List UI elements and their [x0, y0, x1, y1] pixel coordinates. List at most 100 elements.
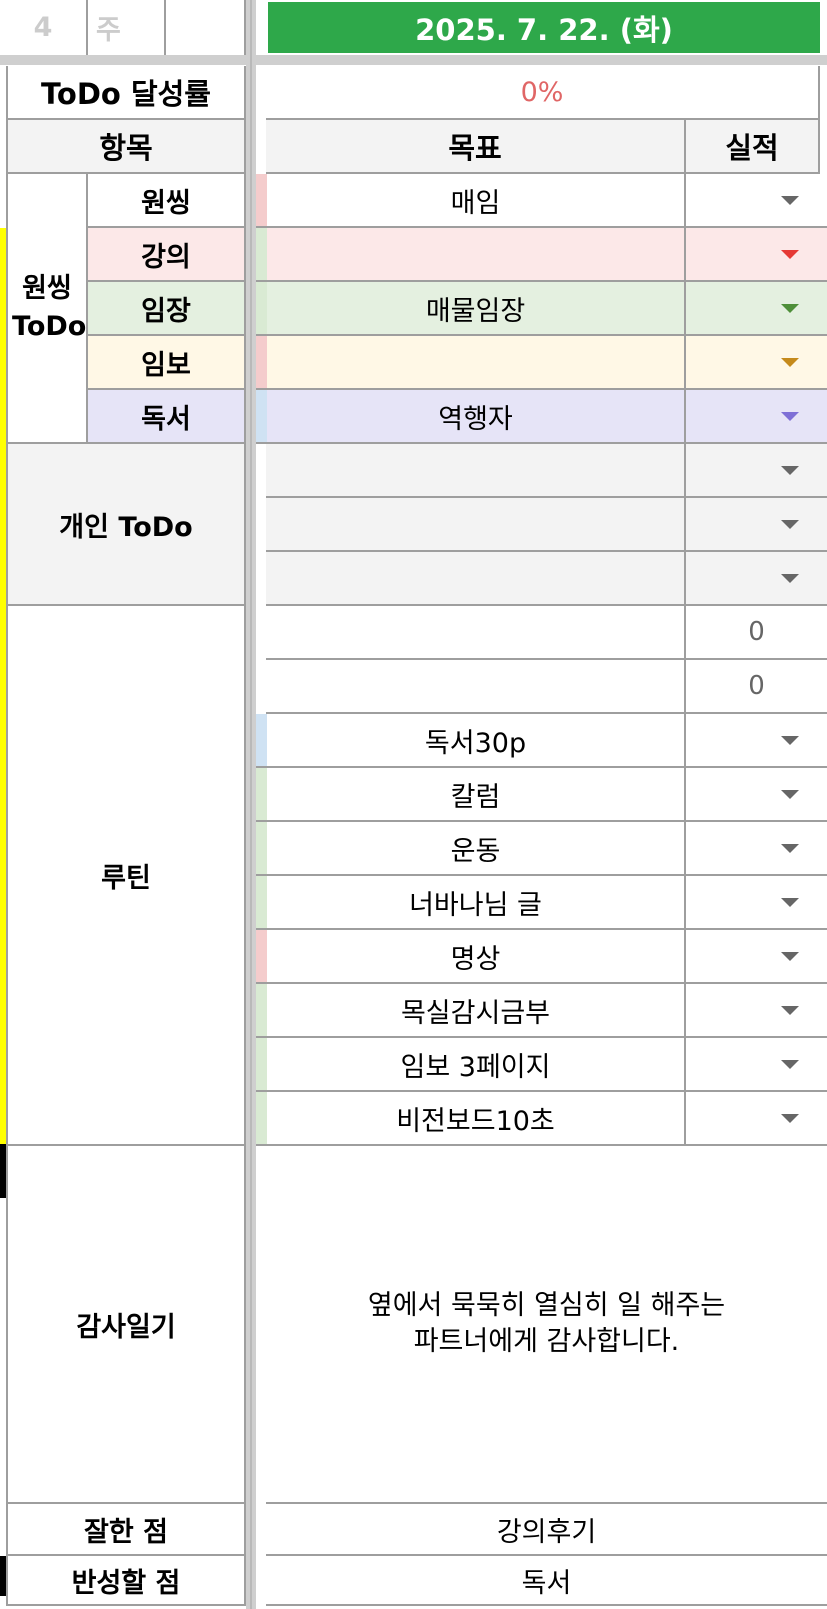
dropdown-arrow-icon[interactable] [781, 195, 799, 205]
header-goal[interactable]: 목표 [266, 120, 686, 174]
routine-goal-text: 운동 [450, 835, 501, 867]
todo-rate-label-text: ToDo 달성률 [41, 77, 211, 111]
dropdown-arrow-icon[interactable] [781, 465, 799, 475]
wonssing-label-2[interactable]: 임장 [88, 282, 246, 336]
dropdown-arrow-icon[interactable] [781, 357, 799, 367]
routine-goal-text: 독서30p [424, 727, 527, 759]
row-marker [256, 390, 267, 444]
wonssing-label-text: 임보 [141, 349, 191, 381]
dropdown-arrow-icon[interactable] [781, 735, 799, 745]
routine-label[interactable]: 루틴 [6, 606, 246, 1146]
routine-goal-7[interactable]: 목실감시금부 [267, 984, 686, 1038]
header-item-text: 항목 [99, 131, 153, 165]
week-label: 주 [96, 15, 121, 46]
dropdown-arrow-icon[interactable] [781, 519, 799, 529]
routine-result-1[interactable]: 0 [686, 660, 827, 714]
wonssing-result-2[interactable] [686, 282, 827, 336]
gratitude-entry[interactable]: 옆에서 묵묵히 열심히 일 해주는 파트너에게 감사합니다. [266, 1146, 827, 1504]
dropdown-arrow-icon[interactable] [781, 951, 799, 961]
wonssing-label-4[interactable]: 독서 [88, 390, 246, 444]
wonssing-goal-0[interactable]: 매임 [267, 174, 686, 228]
personal-result-0[interactable] [686, 444, 827, 498]
wonssing-group-text: 원씽 ToDo [12, 273, 87, 342]
row-marker [256, 822, 267, 876]
routine-result-7[interactable] [686, 984, 827, 1038]
routine-goal-0[interactable] [266, 606, 686, 660]
dropdown-arrow-icon[interactable] [781, 1059, 799, 1069]
wonssing-label-1[interactable]: 강의 [88, 228, 246, 282]
week-label-cell[interactable]: 주 [88, 0, 166, 55]
routine-goal-9[interactable]: 비전보드10초 [267, 1092, 686, 1146]
routine-result-6[interactable] [686, 930, 827, 984]
wonssing-goal-2[interactable]: 매물임장 [267, 282, 686, 336]
wonssing-goal-3[interactable] [267, 336, 686, 390]
reflect-point-label[interactable]: 반성할 점 [6, 1556, 246, 1606]
row-marker [256, 930, 267, 984]
reflect-point-label-text: 반성할 점 [71, 1567, 181, 1599]
wonssing-goal-text: 매물임장 [425, 295, 526, 327]
routine-result-8[interactable] [686, 1038, 827, 1092]
routine-result-5[interactable] [686, 876, 827, 930]
dropdown-arrow-icon[interactable] [781, 789, 799, 799]
header-item[interactable]: 항목 [6, 120, 246, 174]
routine-goal-text: 칼럼 [450, 781, 501, 813]
wonssing-goal-text: 매임 [450, 187, 501, 219]
good-point-value-text: 강의후기 [496, 1516, 597, 1548]
routine-result-9[interactable] [686, 1092, 827, 1146]
wonssing-result-3[interactable] [686, 336, 827, 390]
dropdown-arrow-icon[interactable] [781, 897, 799, 907]
week-number: 4 [33, 12, 53, 43]
date-header[interactable]: 2025. 7. 22. (화) [268, 2, 820, 53]
todo-rate-value-text: 0% [520, 76, 564, 108]
personal-goal-2[interactable] [266, 552, 686, 606]
wonssing-group-label[interactable]: 원씽 ToDo [6, 174, 88, 444]
routine-result-4[interactable] [686, 822, 827, 876]
dropdown-arrow-icon[interactable] [781, 573, 799, 583]
dropdown-arrow-icon[interactable] [781, 1005, 799, 1015]
routine-result-2[interactable] [686, 714, 827, 768]
good-point-label-text: 잘한 점 [84, 1516, 168, 1548]
wonssing-label-0[interactable]: 원씽 [88, 174, 246, 228]
routine-goal-1[interactable] [266, 660, 686, 714]
personal-result-2[interactable] [686, 552, 827, 606]
dropdown-arrow-icon[interactable] [781, 249, 799, 259]
routine-goal-6[interactable]: 명상 [267, 930, 686, 984]
reflect-point-value[interactable]: 독서 [266, 1556, 827, 1606]
routine-result-3[interactable] [686, 768, 827, 822]
gratitude-label[interactable]: 감사일기 [6, 1146, 246, 1504]
personal-todo-label[interactable]: 개인 ToDo [6, 444, 246, 606]
wonssing-goal-4[interactable]: 역행자 [267, 390, 686, 444]
dropdown-arrow-icon[interactable] [781, 303, 799, 313]
wonssing-result-4[interactable] [686, 390, 827, 444]
todo-rate-value[interactable]: 0% [266, 66, 820, 120]
wonssing-goal-1[interactable] [267, 228, 686, 282]
row-marker [256, 984, 267, 1038]
personal-result-1[interactable] [686, 498, 827, 552]
routine-result-value: 0 [748, 617, 765, 647]
routine-goal-3[interactable]: 칼럼 [267, 768, 686, 822]
todo-rate-label[interactable]: ToDo 달성률 [6, 66, 246, 120]
routine-goal-4[interactable]: 운동 [267, 822, 686, 876]
wonssing-result-1[interactable] [686, 228, 827, 282]
week-empty-cell[interactable] [166, 0, 246, 55]
routine-goal-2[interactable]: 독서30p [267, 714, 686, 768]
routine-goal-8[interactable]: 임보 3페이지 [267, 1038, 686, 1092]
good-point-value[interactable]: 강의후기 [266, 1504, 827, 1556]
dropdown-arrow-icon[interactable] [781, 1113, 799, 1123]
personal-goal-1[interactable] [266, 498, 686, 552]
personal-goal-0[interactable] [266, 444, 686, 498]
row-marker [256, 228, 267, 282]
good-point-label[interactable]: 잘한 점 [6, 1504, 246, 1556]
dropdown-arrow-icon[interactable] [781, 411, 799, 421]
wonssing-label-text: 임장 [141, 295, 191, 327]
header-result[interactable]: 실적 [686, 120, 820, 174]
personal-todo-text: 개인 ToDo [59, 511, 193, 543]
wonssing-result-0[interactable] [686, 174, 827, 228]
week-number-cell[interactable]: 4 [0, 0, 88, 55]
routine-result-0[interactable]: 0 [686, 606, 827, 660]
wonssing-goal-text: 역행자 [438, 403, 513, 435]
wonssing-label-3[interactable]: 임보 [88, 336, 246, 390]
routine-goal-5[interactable]: 너바나님 글 [267, 876, 686, 930]
dropdown-arrow-icon[interactable] [781, 843, 799, 853]
frozen-rows-divider [0, 55, 827, 65]
